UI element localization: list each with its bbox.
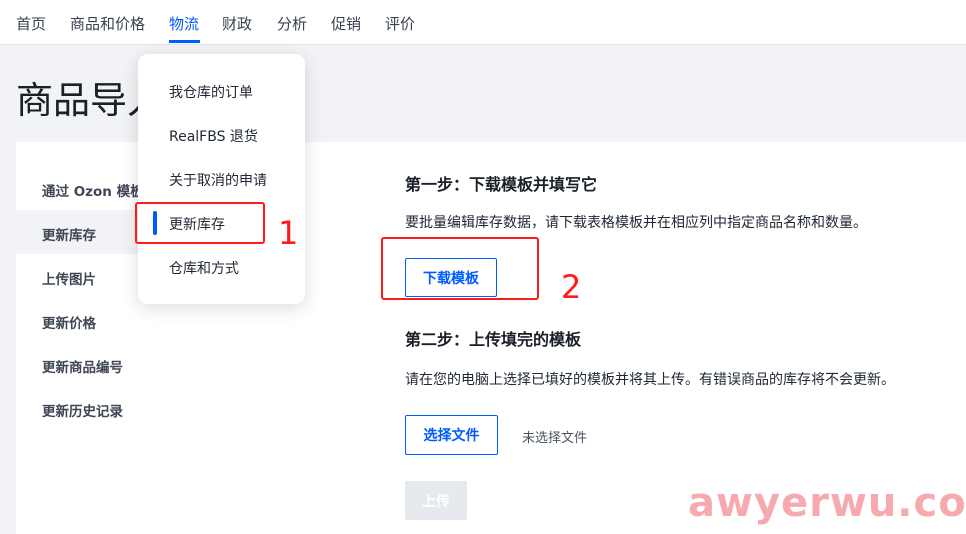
nav-item-analytics[interactable]: 分析 [277,13,307,34]
dropdown-item-label: RealFBS 退货 [169,129,258,145]
step2-title: 第二步：上传填完的模板 [405,330,582,349]
nav-item-products-prices[interactable]: 商品和价格 [70,13,145,34]
dropdown-item-label: 仓库和方式 [169,261,239,277]
step1-title: 第一步：下载模板并填写它 [405,175,598,194]
step1-description: 要批量编辑库存数据，请下载表格模板并在相应列中指定商品名称和数量。 [405,215,867,231]
top-navigation: 首页 商品和价格 物流 财政 分析 促销 评价 [0,0,966,45]
watermark: awyerwu.com [688,480,966,526]
sidebar-item-update-history[interactable]: 更新历史记录 [16,386,236,430]
sidebar-item-label: 更新历史记录 [42,404,123,420]
dropdown-item-label: 我仓库的订单 [169,85,253,101]
step2-description: 请在您的电脑上选择已填好的模板并将其上传。有错误商品的库存将不会更新。 [405,372,895,388]
no-file-selected-label: 未选择文件 [522,431,588,446]
upload-button[interactable]: 上传 [405,481,467,520]
dropdown-item-warehouse-orders[interactable]: 我仓库的订单 [138,71,305,111]
nav-item-finance[interactable]: 财政 [222,13,252,34]
nav-item-promotions[interactable]: 促销 [331,13,361,34]
dropdown-item-label: 关于取消的申请 [169,173,267,189]
dropdown-item-realfbs-returns[interactable]: RealFBS 退货 [138,115,305,155]
sidebar-item-label: 上传图片 [42,272,96,288]
dropdown-item-cancellation-requests[interactable]: 关于取消的申请 [138,159,305,199]
annotation-number-2: 2 [561,268,582,306]
active-nav-underline [169,40,200,43]
nav-item-home[interactable]: 首页 [16,13,46,34]
sidebar-item-update-product-codes[interactable]: 更新商品编号 [16,342,236,386]
nav-item-reviews[interactable]: 评价 [385,13,415,34]
choose-file-button[interactable]: 选择文件 [405,415,498,455]
dropdown-item-warehouses-methods[interactable]: 仓库和方式 [138,247,305,287]
annotation-number-1: 1 [278,214,299,252]
sidebar-item-label: 通过 Ozon 模板 [42,184,144,200]
logistics-dropdown-menu: 我仓库的订单 RealFBS 退货 关于取消的申请 更新库存 仓库和方式 [138,54,305,304]
sidebar-item-label: 更新价格 [42,316,96,332]
nav-item-logistics[interactable]: 物流 [169,13,199,34]
sidebar-item-label: 更新库存 [42,228,96,244]
annotation-box-1 [135,202,265,244]
sidebar-item-update-prices[interactable]: 更新价格 [16,298,236,342]
annotation-box-2 [381,237,539,300]
sidebar-item-label: 更新商品编号 [42,360,123,376]
